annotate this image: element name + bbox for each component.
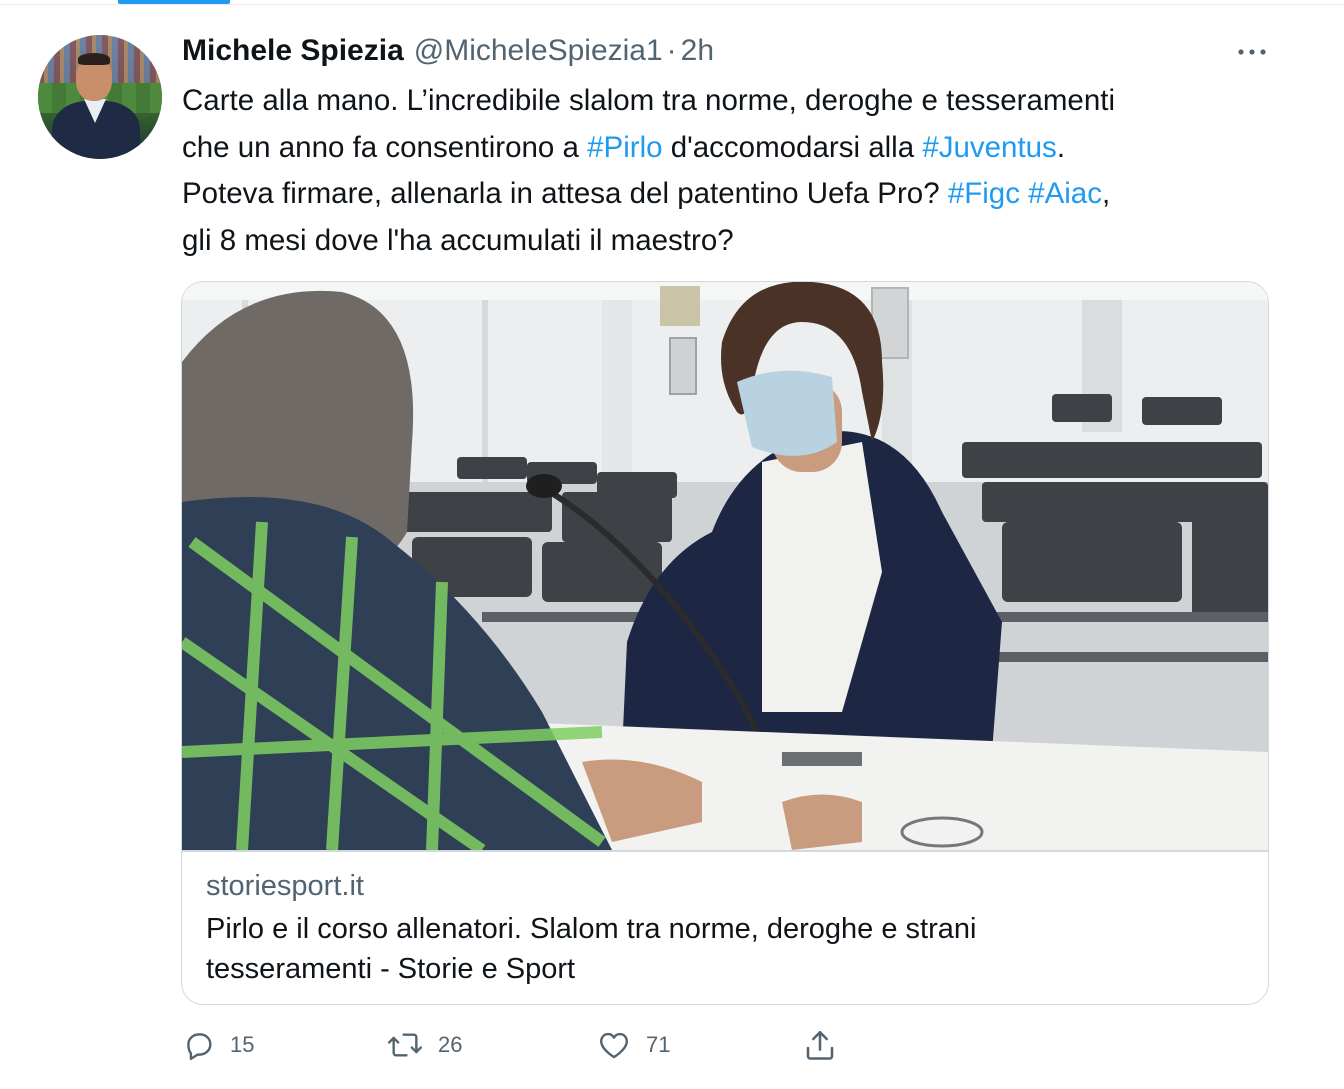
link-card-title-line-1: Pirlo e il corso allenatori. Slalom tra … xyxy=(206,913,977,945)
tweet-text-line: che un anno fa consentirono a #Pirlo d'a… xyxy=(182,125,1272,172)
tweet-text-line: Carte alla mano. L’incredibile slalom tr… xyxy=(182,78,1272,125)
tweet-text-segment: . xyxy=(1056,130,1066,164)
tweet-header: Michele Spiezia @MicheleSpiezia1 · 2h xyxy=(182,32,714,70)
avatar-person-hair xyxy=(78,53,110,65)
reply-count: 15 xyxy=(230,1032,255,1057)
share-icon xyxy=(806,1030,834,1060)
tweet-text-segment: d'accomodarsi alla xyxy=(662,130,923,164)
tweet-text-segment xyxy=(1020,177,1028,210)
link-card-domain: storiesport.it xyxy=(206,870,364,902)
share-button[interactable] xyxy=(802,1022,838,1068)
hashtag-link[interactable]: #Juventus xyxy=(922,131,1056,164)
hashtag-link[interactable]: #Pirlo xyxy=(587,131,662,164)
reply-button[interactable]: 15 xyxy=(182,1022,254,1068)
link-card-title-line-2: tesseramenti - Storie e Sport xyxy=(206,953,576,985)
tweet-actions: 15 26 71 xyxy=(182,1022,862,1068)
header-separator: · xyxy=(666,34,677,67)
author-handle[interactable]: @MicheleSpiezia1 xyxy=(414,34,663,68)
like-count: 71 xyxy=(646,1032,671,1057)
link-card-title: Pirlo e il corso allenatori. Slalom tra … xyxy=(206,909,1246,989)
retweet-button[interactable]: 26 xyxy=(386,1022,462,1068)
retweet-count: 26 xyxy=(438,1032,463,1057)
author-name[interactable]: Michele Spiezia xyxy=(182,34,404,68)
like-button[interactable]: 71 xyxy=(596,1022,670,1068)
tweet-text-line: Poteva firmare, allenarla in attesa del … xyxy=(182,171,1272,218)
top-divider xyxy=(0,4,1344,5)
tweet-text-segment: Poteva firmare, allenarla in attesa del … xyxy=(182,177,948,210)
heart-icon xyxy=(600,1032,628,1059)
avatar[interactable] xyxy=(38,35,162,159)
retweet-icon xyxy=(387,1033,423,1057)
link-card[interactable]: storiesport.it Pirlo e il corso allenato… xyxy=(181,281,1269,1005)
tweet-text-line: gli 8 mesi dove l'ha accumulati il maest… xyxy=(182,218,1272,265)
tweet-text-segment: , xyxy=(1101,177,1111,210)
link-card-image xyxy=(182,282,1268,850)
hashtag-link[interactable]: #Figc xyxy=(948,177,1020,210)
more-horizontal-icon xyxy=(1238,49,1266,55)
tweet-timestamp[interactable]: 2h xyxy=(681,34,714,68)
tweet-text-segment: che un anno fa consentirono a xyxy=(182,130,588,164)
link-card-divider xyxy=(182,850,1268,852)
tweet-text: Carte alla mano. L’incredibile slalom tr… xyxy=(182,78,1272,264)
hashtag-link[interactable]: #Aiac xyxy=(1028,177,1102,210)
more-options-button[interactable] xyxy=(1230,34,1274,70)
tweet-text-segment: gli 8 mesi dove l'ha accumulati il maest… xyxy=(182,223,734,257)
active-tab-indicator xyxy=(118,0,230,4)
tweet-text-segment: Carte alla mano. L’incredibile slalom tr… xyxy=(182,84,1115,117)
reply-icon xyxy=(187,1033,212,1061)
